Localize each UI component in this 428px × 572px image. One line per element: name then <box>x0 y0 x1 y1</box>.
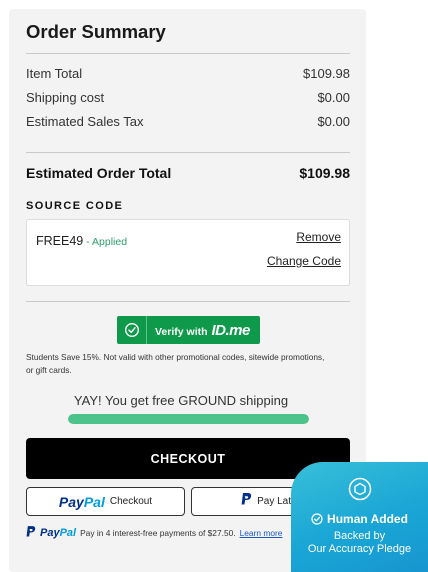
human-added-text: Human Added <box>327 512 408 526</box>
paypal-p-icon <box>241 492 252 511</box>
verify-idme-button[interactable]: Verify with ID.me <box>117 316 260 344</box>
human-added-label: Human Added <box>291 512 428 526</box>
sales-tax-label: Estimated Sales Tax <box>26 114 144 129</box>
paypal-checkout-label: Checkout <box>109 496 153 507</box>
remove-code-link[interactable]: Remove <box>296 230 341 244</box>
source-code-box: FREE49 - Applied Remove Change Code <box>26 219 350 286</box>
accuracy-pledge-text: Our Accuracy Pledge <box>307 543 412 555</box>
pay-in-4-row: PayPal Pay in 4 interest-free payments o… <box>26 526 282 540</box>
change-code-link[interactable]: Change Code <box>267 254 341 268</box>
order-total-row: Estimated Order Total $109.98 <box>26 165 350 181</box>
check-circle-icon <box>117 316 147 344</box>
order-total-value: $109.98 <box>299 165 350 181</box>
students-discount-note: Students Save 15%. Not valid with other … <box>26 352 325 375</box>
source-code-heading: SOURCE CODE <box>26 200 124 212</box>
free-shipping-progress <box>68 414 309 424</box>
divider <box>26 152 350 153</box>
backed-by-text: Backed by <box>333 530 386 542</box>
divider <box>26 53 350 54</box>
free-shipping-message: YAY! You get free GROUND shipping <box>73 393 289 408</box>
item-total-label: Item Total <box>26 66 83 81</box>
shipping-cost-label: Shipping cost <box>26 90 105 105</box>
applied-code: FREE49 - Applied <box>36 234 127 248</box>
code-separator: - <box>83 236 93 248</box>
idme-logo: ID.me <box>211 321 251 339</box>
paypal-pal-text: Pal <box>83 493 105 510</box>
learn-more-link[interactable]: Learn more <box>240 528 283 538</box>
paypal-pay-text: Pay <box>58 493 84 510</box>
shipping-cost-row: Shipping cost $0.00 <box>26 90 350 105</box>
paypal-logo: PayPal <box>59 494 105 510</box>
sales-tax-value: $0.00 <box>317 114 350 129</box>
code-status: Applied <box>92 236 128 248</box>
verify-label: Verify with <box>155 325 208 338</box>
paypal-pal-text: Pal <box>59 527 77 539</box>
code-value: FREE49 <box>36 234 84 248</box>
check-circle-icon <box>311 513 323 525</box>
sales-tax-row: Estimated Sales Tax $0.00 <box>26 114 350 129</box>
paypal-checkout-button[interactable]: PayPal Checkout <box>26 487 185 516</box>
paypal-pay-text: Pay <box>40 527 60 539</box>
accuracy-pledge-badge[interactable]: Human Added Backed by Our Accuracy Pledg… <box>291 462 428 572</box>
shield-icon <box>348 477 372 501</box>
shipping-cost-value: $0.00 <box>317 90 350 105</box>
divider <box>26 301 350 302</box>
item-total-value: $109.98 <box>303 66 350 81</box>
order-total-label: Estimated Order Total <box>26 165 172 181</box>
pay-in-4-text: Pay in 4 interest-free payments of $27.5… <box>80 528 236 538</box>
order-summary-title: Order Summary <box>26 21 166 42</box>
item-total-row: Item Total $109.98 <box>26 66 350 81</box>
progress-fill <box>68 414 309 424</box>
paypal-p-icon <box>26 526 36 540</box>
paypal-wordmark: PayPal <box>40 527 76 539</box>
